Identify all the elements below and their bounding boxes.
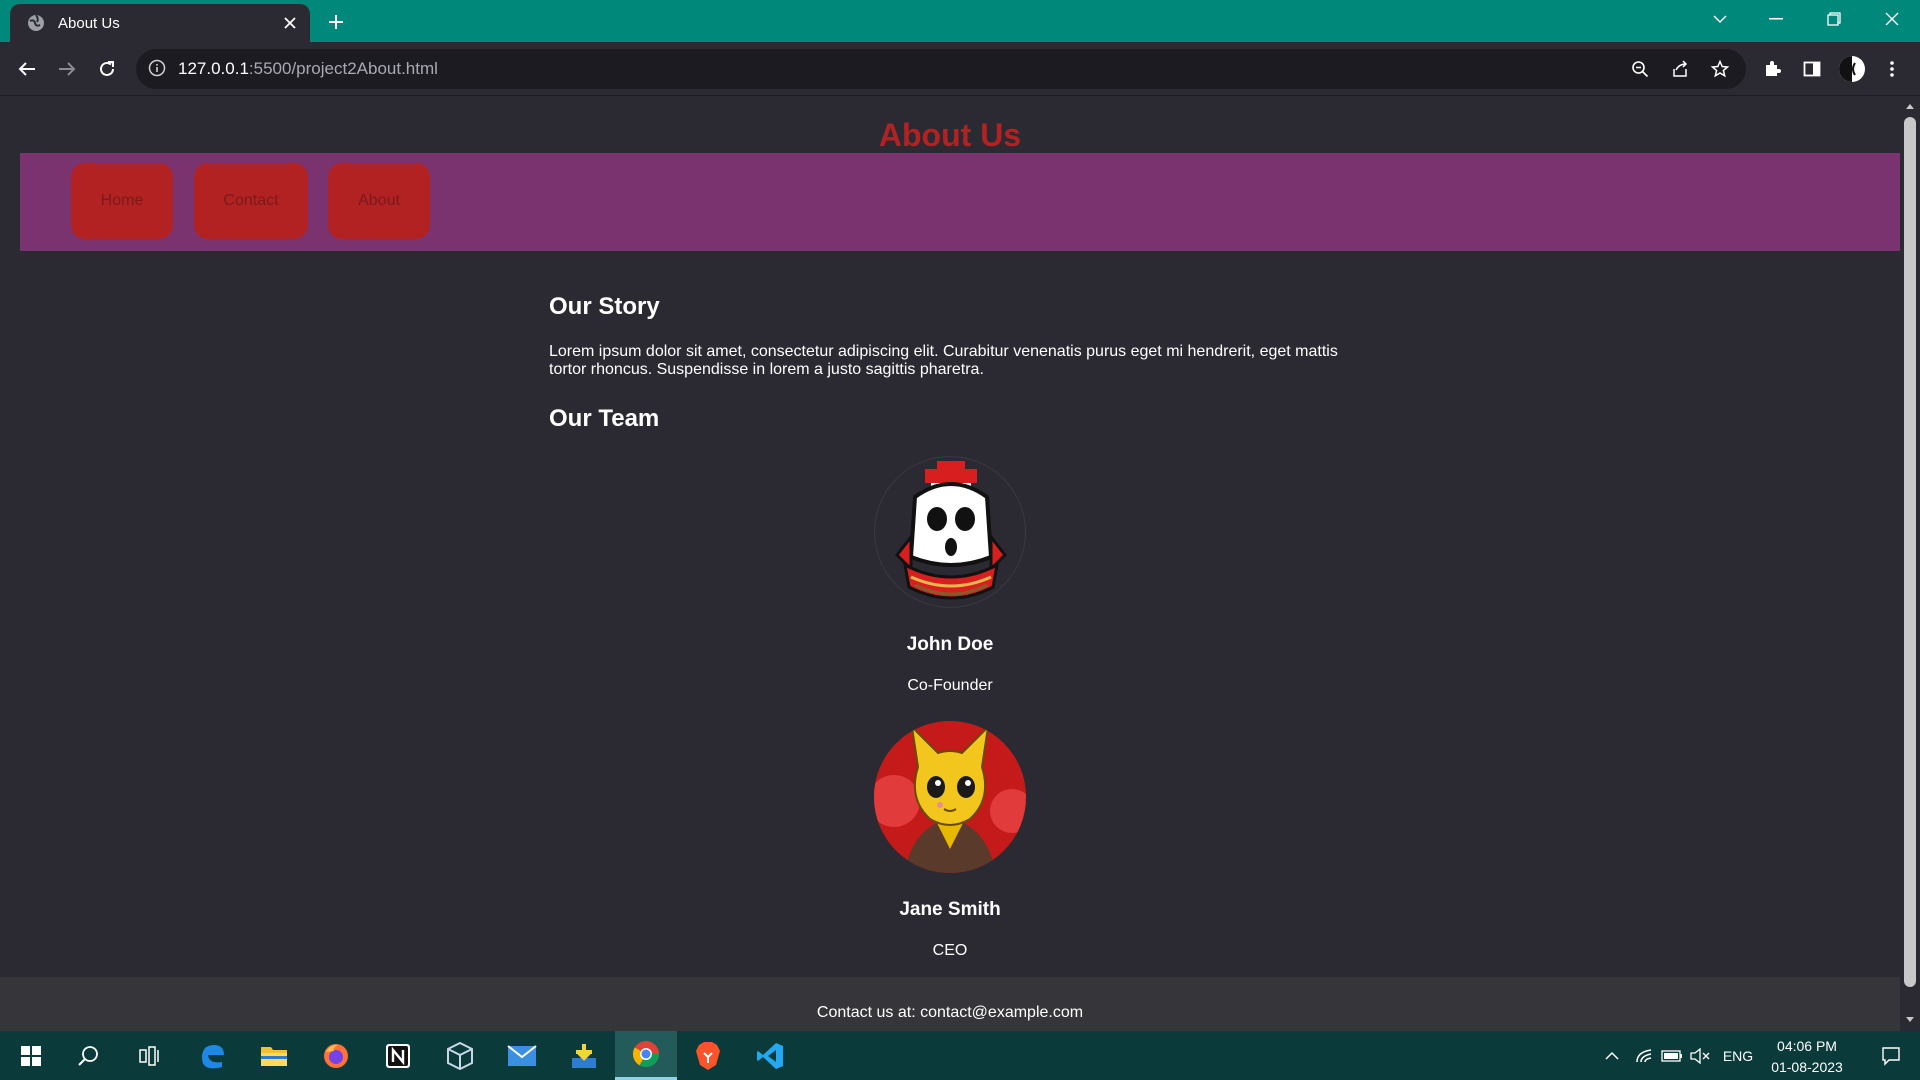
page-footer: Contact us at: contact@example.com (0, 977, 1900, 1031)
bookmark-star-icon[interactable] (1700, 49, 1740, 89)
page-scrollbar[interactable] (1900, 97, 1920, 1031)
nav-about-button[interactable]: About (328, 163, 430, 239)
clock-date: 01-08-2023 (1771, 1059, 1843, 1075)
side-panel-icon[interactable] (1796, 53, 1828, 85)
firefox-icon[interactable] (305, 1031, 367, 1080)
browser-tab-strip: About Us (0, 0, 1920, 42)
forward-arrow-icon[interactable] (51, 53, 83, 85)
nav-home-button[interactable]: Home (71, 163, 173, 239)
taskbar-clock[interactable]: 04:06 PM 01-08-2023 (1762, 1036, 1852, 1078)
yellow-cat-avatar (874, 721, 1026, 873)
nav-contact-button[interactable]: Contact (194, 163, 308, 239)
globe-icon (26, 13, 46, 33)
volume-muted-icon[interactable] (1686, 1031, 1714, 1080)
site-info-icon[interactable] (148, 59, 168, 79)
extensions-puzzle-icon[interactable] (1756, 53, 1788, 85)
story-section: Our Story Lorem ipsum dolor sit amet, co… (549, 293, 1349, 433)
windows-taskbar: ENG 04:06 PM 01-08-2023 (0, 1031, 1920, 1080)
menu-kebab-icon[interactable] (1876, 53, 1908, 85)
team-heading: Our Team (549, 405, 660, 432)
member-role: Co-Founder (907, 677, 993, 694)
virtualbox-icon[interactable] (429, 1031, 491, 1080)
tab-title: About Us (58, 14, 120, 32)
mail-icon[interactable] (491, 1031, 553, 1080)
site-navigation: Home Contact About (20, 153, 1900, 251)
scrollbar-thumb[interactable] (1904, 117, 1916, 987)
brave-icon[interactable] (677, 1031, 739, 1080)
scroll-down-arrow-icon[interactable] (1905, 1015, 1915, 1025)
footer-contact-text: Contact us at: contact@example.com (816, 1004, 1084, 1021)
reload-icon[interactable] (91, 53, 123, 85)
scroll-up-arrow-icon[interactable] (1905, 101, 1915, 111)
share-icon[interactable] (1660, 49, 1700, 89)
chevron-up-icon[interactable] (1598, 1031, 1626, 1080)
story-heading: Our Story (549, 293, 660, 320)
windows-start-icon[interactable] (0, 1031, 62, 1080)
browser-toolbar: 127.0.0.1:5500/project2About.html (0, 42, 1920, 96)
zoom-icon[interactable] (1620, 49, 1660, 89)
notion-icon[interactable] (367, 1031, 429, 1080)
restore-icon[interactable] (1806, 0, 1862, 38)
address-bar[interactable]: 127.0.0.1:5500/project2About.html (136, 49, 1746, 89)
profile-avatar-icon[interactable] (1836, 53, 1868, 85)
tab-search-icon[interactable] (1692, 0, 1748, 38)
download-app-icon[interactable] (553, 1031, 615, 1080)
close-icon[interactable] (276, 9, 304, 37)
member-role: CEO (932, 942, 968, 959)
team-member-card: John Doe Co-Founder (0, 456, 1900, 695)
new-tab-button[interactable] (322, 8, 350, 36)
notification-icon[interactable] (1866, 1031, 1916, 1080)
member-name: John Doe (906, 634, 994, 655)
minimize-icon[interactable] (1748, 0, 1804, 38)
browser-tab[interactable]: About Us (10, 4, 310, 42)
story-text: Lorem ipsum dolor sit amet, consectetur … (549, 343, 1338, 378)
search-icon[interactable] (58, 1031, 120, 1080)
wifi-icon[interactable] (1630, 1031, 1658, 1080)
language-indicator[interactable]: ENG (1718, 1031, 1758, 1080)
url-host: 127.0.0.1 (178, 59, 249, 78)
battery-icon[interactable] (1658, 1031, 1686, 1080)
member-name: Jane Smith (899, 899, 1001, 920)
vscode-icon[interactable] (739, 1031, 801, 1080)
task-view-icon[interactable] (119, 1031, 181, 1080)
chrome-icon[interactable] (615, 1031, 677, 1080)
url-path: :5500/project2About.html (248, 59, 438, 78)
shy-guy-avatar (874, 456, 1026, 608)
close-window-icon[interactable] (1864, 0, 1920, 38)
file-explorer-icon[interactable] (243, 1031, 305, 1080)
clock-time: 04:06 PM (1777, 1038, 1837, 1054)
page-title: About Us (878, 117, 1022, 153)
edge-icon[interactable] (181, 1031, 243, 1080)
back-arrow-icon[interactable] (11, 53, 43, 85)
team-member-card: Jane Smith CEO (0, 721, 1900, 960)
page-viewport: About Us Home Contact About Our Story Lo… (0, 97, 1900, 1031)
